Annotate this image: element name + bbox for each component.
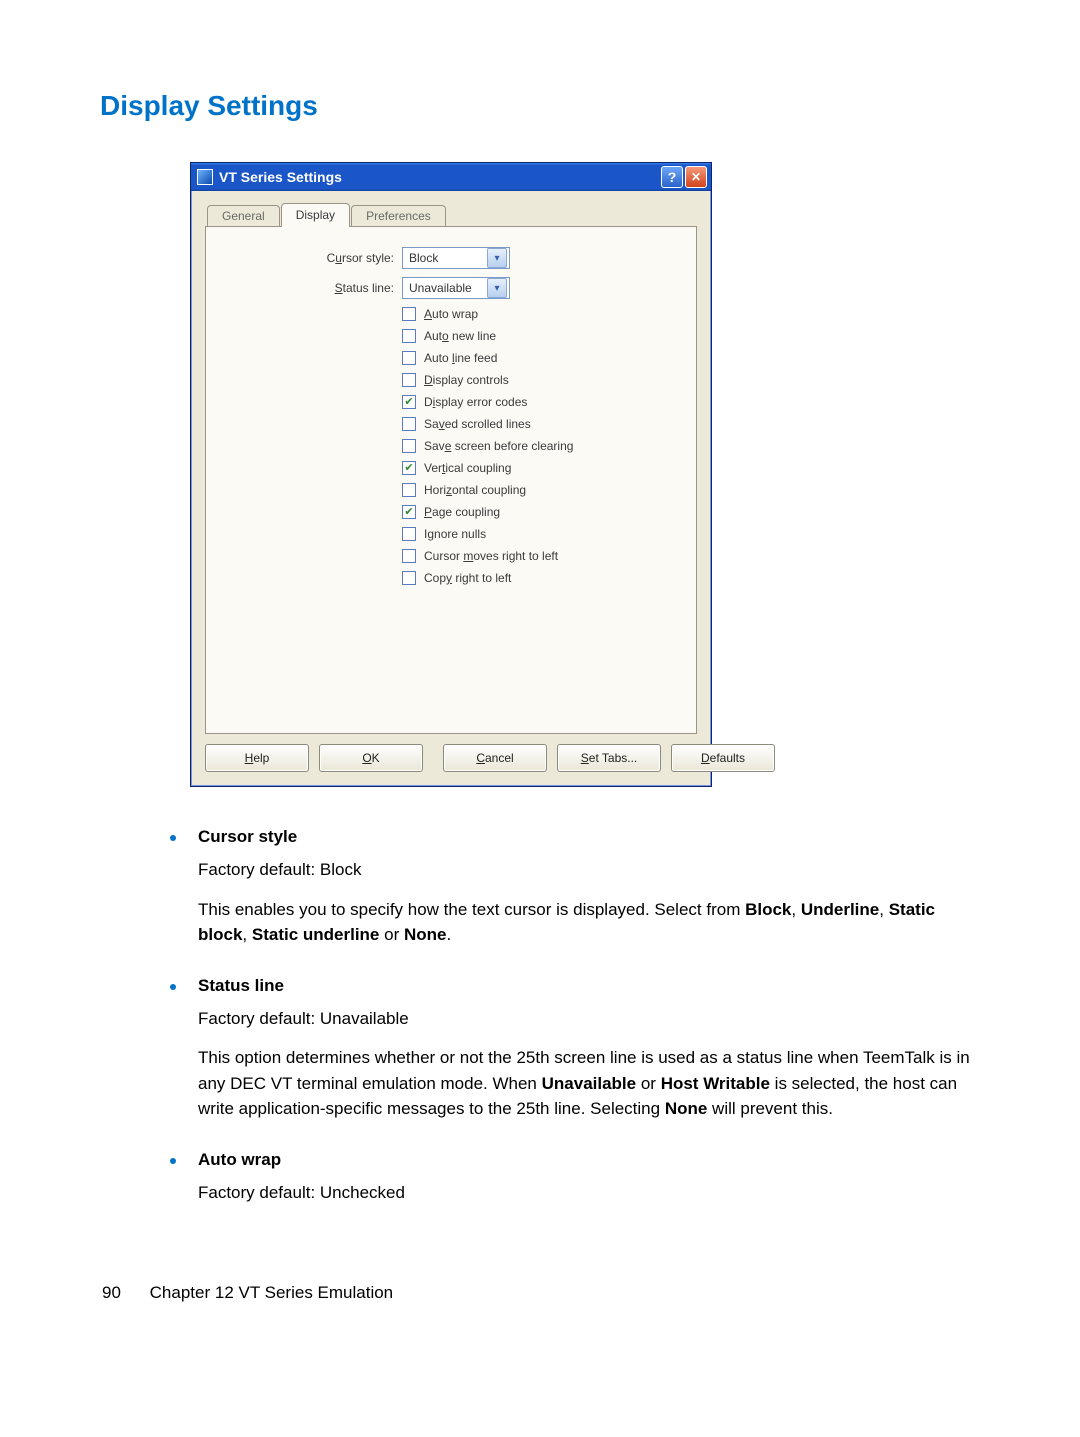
item-default: Factory default: Unavailable [198, 1006, 980, 1032]
tab-general[interactable]: General [207, 205, 280, 227]
item-desc: This option determines whether or not th… [198, 1045, 980, 1122]
cursor-style-select[interactable]: Block ▾ [402, 247, 510, 269]
horizontal-coupling-label: Horizontal coupling [424, 483, 526, 497]
tab-display[interactable]: Display [281, 203, 350, 227]
horizontal-coupling-checkbox[interactable] [402, 483, 416, 497]
item-title: Cursor style [198, 827, 297, 847]
page-number: 90 [102, 1283, 121, 1302]
doc-item-auto-wrap: Auto wrap Factory default: Unchecked [140, 1150, 980, 1206]
auto-wrap-label: Auto wrap [424, 307, 478, 321]
titlebar: VT Series Settings [191, 163, 711, 191]
vertical-coupling-checkbox[interactable] [402, 461, 416, 475]
chevron-down-icon: ▾ [487, 248, 507, 268]
doc-list: Cursor style Factory default: Block This… [140, 827, 980, 1205]
status-line-label: Status line: [224, 281, 402, 295]
tabs: General Display Preferences [205, 203, 697, 227]
vertical-coupling-label: Vertical coupling [424, 461, 511, 475]
tab-panel-display: Cursor style: Block ▾ Status line: Unava… [205, 226, 697, 734]
saved-scrolled-lines-label: Saved scrolled lines [424, 417, 531, 431]
auto-new-line-checkbox[interactable] [402, 329, 416, 343]
bullet-icon [170, 984, 176, 990]
section-heading: Display Settings [100, 90, 980, 122]
tab-preferences[interactable]: Preferences [351, 205, 446, 227]
auto-line-feed-checkbox[interactable] [402, 351, 416, 365]
defaults-button[interactable]: Defaults [671, 744, 775, 772]
help-button[interactable]: Help [205, 744, 309, 772]
display-error-codes-checkbox[interactable] [402, 395, 416, 409]
status-line-value: Unavailable [409, 281, 487, 295]
settings-dialog: VT Series Settings General Display Prefe… [190, 162, 712, 787]
ignore-nulls-label: Ignore nulls [424, 527, 486, 541]
doc-item-status-line: Status line Factory default: Unavailable… [140, 976, 980, 1122]
page-coupling-checkbox[interactable] [402, 505, 416, 519]
bullet-icon [170, 835, 176, 841]
display-controls-checkbox[interactable] [402, 373, 416, 387]
cursor-style-label: Cursor style: [224, 251, 402, 265]
auto-new-line-label: Auto new line [424, 329, 496, 343]
copy-rtl-checkbox[interactable] [402, 571, 416, 585]
auto-line-feed-label: Auto line feed [424, 351, 497, 365]
ok-button[interactable]: OK [319, 744, 423, 772]
titlebar-close-button[interactable] [685, 166, 707, 188]
cursor-style-value: Block [409, 251, 487, 265]
titlebar-help-button[interactable] [661, 166, 683, 188]
item-default: Factory default: Unchecked [198, 1180, 980, 1206]
save-screen-checkbox[interactable] [402, 439, 416, 453]
bullet-icon [170, 1158, 176, 1164]
page-coupling-label: Page coupling [424, 505, 500, 519]
status-line-select[interactable]: Unavailable ▾ [402, 277, 510, 299]
chevron-down-icon: ▾ [487, 278, 507, 298]
save-screen-label: Save screen before clearing [424, 439, 573, 453]
item-desc: This enables you to specify how the text… [198, 897, 980, 948]
cancel-button[interactable]: Cancel [443, 744, 547, 772]
set-tabs-button[interactable]: Set Tabs... [557, 744, 661, 772]
doc-item-cursor-style: Cursor style Factory default: Block This… [140, 827, 980, 948]
item-title: Auto wrap [198, 1150, 281, 1170]
cursor-rtl-label: Cursor moves right to left [424, 549, 558, 563]
item-title: Status line [198, 976, 284, 996]
item-default: Factory default: Block [198, 857, 980, 883]
display-error-codes-label: Display error codes [424, 395, 527, 409]
saved-scrolled-lines-checkbox[interactable] [402, 417, 416, 431]
auto-wrap-checkbox[interactable] [402, 307, 416, 321]
page-footer: 90 Chapter 12 VT Series Emulation [102, 1233, 980, 1303]
display-controls-label: Display controls [424, 373, 509, 387]
cursor-rtl-checkbox[interactable] [402, 549, 416, 563]
chapter-label: Chapter 12 VT Series Emulation [150, 1283, 393, 1302]
ignore-nulls-checkbox[interactable] [402, 527, 416, 541]
window-title: VT Series Settings [219, 169, 659, 185]
copy-rtl-label: Copy right to left [424, 571, 511, 585]
app-icon [197, 169, 213, 185]
